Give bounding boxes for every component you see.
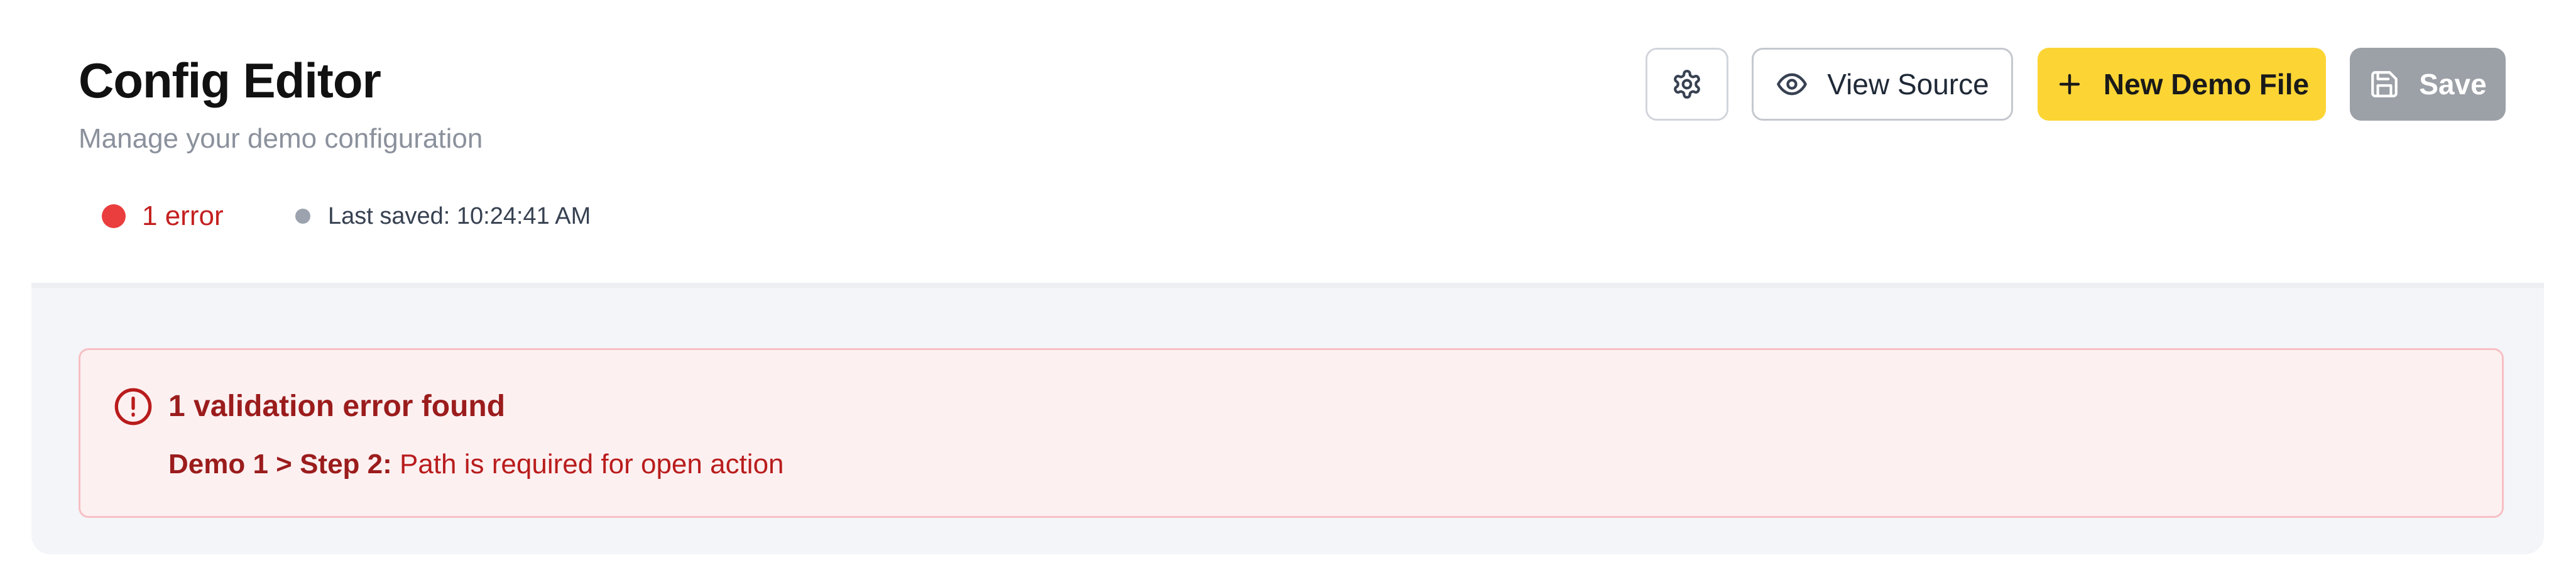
floppy-disk-icon <box>2369 69 2400 100</box>
validation-error-item: Demo 1 > Step 2: Path is required for op… <box>168 446 784 483</box>
gear-icon <box>1671 69 1703 100</box>
save-button[interactable]: Save <box>2350 48 2506 121</box>
error-dot-icon <box>102 204 126 228</box>
saved-dot-icon <box>295 209 310 224</box>
page-title: Config Editor <box>79 53 381 108</box>
validation-error-alert: 1 validation error found Demo 1 > Step 2… <box>79 348 2504 518</box>
save-label: Save <box>2419 68 2487 101</box>
error-status[interactable]: 1 error <box>102 196 224 236</box>
error-message: Path is required for open action <box>400 449 784 480</box>
new-demo-file-label: New Demo File <box>2103 68 2310 101</box>
view-source-button[interactable]: View Source <box>1752 48 2013 121</box>
validation-error-title: 1 validation error found <box>168 390 506 423</box>
last-saved-status: Last saved: 10:24:41 AM <box>295 196 591 236</box>
header-divider <box>31 283 2544 288</box>
new-demo-file-button[interactable]: New Demo File <box>2038 48 2326 121</box>
error-count-label: 1 error <box>142 200 224 231</box>
error-location: Demo 1 > Step 2: <box>168 449 392 480</box>
eye-icon <box>1776 68 1808 101</box>
last-saved-label: Last saved: 10:24:41 AM <box>328 202 591 229</box>
plus-icon <box>2055 69 2085 99</box>
settings-button[interactable] <box>1645 48 1728 121</box>
alert-circle-icon <box>113 387 153 427</box>
page-subtitle: Manage your demo configuration <box>79 123 483 154</box>
view-source-label: View Source <box>1827 68 1989 101</box>
